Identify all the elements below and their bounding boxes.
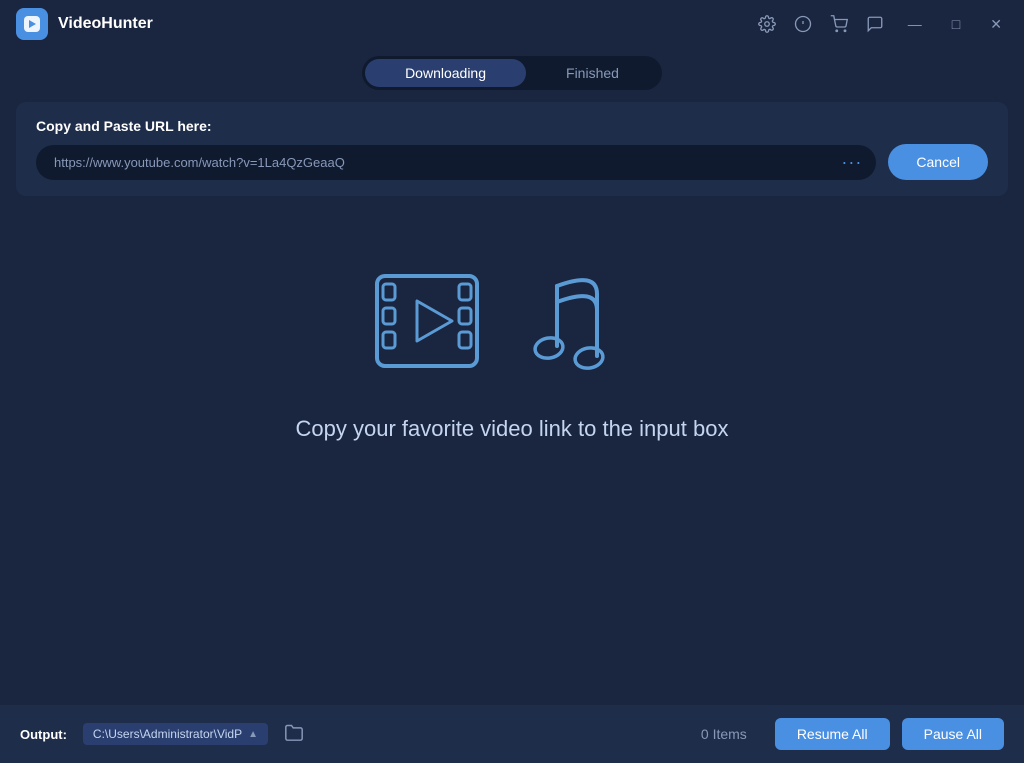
minimize-button[interactable]: —	[902, 12, 928, 36]
url-input-row: ··· Cancel	[36, 144, 988, 180]
music-icon	[527, 256, 657, 386]
items-count: 0 Items	[701, 726, 747, 742]
url-section-label: Copy and Paste URL here:	[36, 118, 988, 134]
tab-finished[interactable]: Finished	[526, 59, 659, 87]
chat-icon[interactable]	[866, 15, 884, 33]
title-bar-right: — □ ✕	[758, 12, 1008, 37]
video-icon	[367, 256, 507, 386]
settings-icon[interactable]	[758, 15, 776, 33]
url-spinner: ···	[841, 152, 862, 173]
title-bar: VideoHunter	[0, 0, 1024, 48]
info-icon[interactable]	[794, 15, 812, 33]
url-input[interactable]	[36, 145, 876, 180]
close-button[interactable]: ✕	[984, 12, 1008, 37]
resume-all-button[interactable]: Resume All	[775, 718, 890, 750]
cart-icon[interactable]	[830, 15, 848, 33]
tab-bar: Downloading Finished	[0, 48, 1024, 102]
illustration-text: Copy your favorite video link to the inp…	[296, 416, 729, 442]
illustration-area: Copy your favorite video link to the inp…	[0, 196, 1024, 482]
bottom-bar: Output: C:\Users\Administrator\VidP ▲ 0 …	[0, 705, 1024, 763]
title-bar-left: VideoHunter	[16, 8, 153, 40]
url-input-wrapper: ···	[36, 145, 876, 180]
tab-downloading[interactable]: Downloading	[365, 59, 526, 87]
maximize-button[interactable]: □	[946, 12, 966, 36]
output-path: C:\Users\Administrator\VidP ▲	[83, 723, 268, 745]
tab-container: Downloading Finished	[362, 56, 662, 90]
app-title: VideoHunter	[58, 15, 153, 33]
path-arrow-icon: ▲	[248, 729, 258, 740]
app-logo	[16, 8, 48, 40]
illustration-icons	[367, 256, 657, 386]
pause-all-button[interactable]: Pause All	[902, 718, 1004, 750]
open-folder-button[interactable]	[284, 723, 304, 746]
main-content-card: Copy and Paste URL here: ··· Cancel	[16, 102, 1008, 196]
loading-dots: ···	[841, 152, 862, 173]
cancel-button[interactable]: Cancel	[888, 144, 988, 180]
output-label: Output:	[20, 727, 67, 742]
output-path-text: C:\Users\Administrator\VidP	[93, 727, 242, 741]
